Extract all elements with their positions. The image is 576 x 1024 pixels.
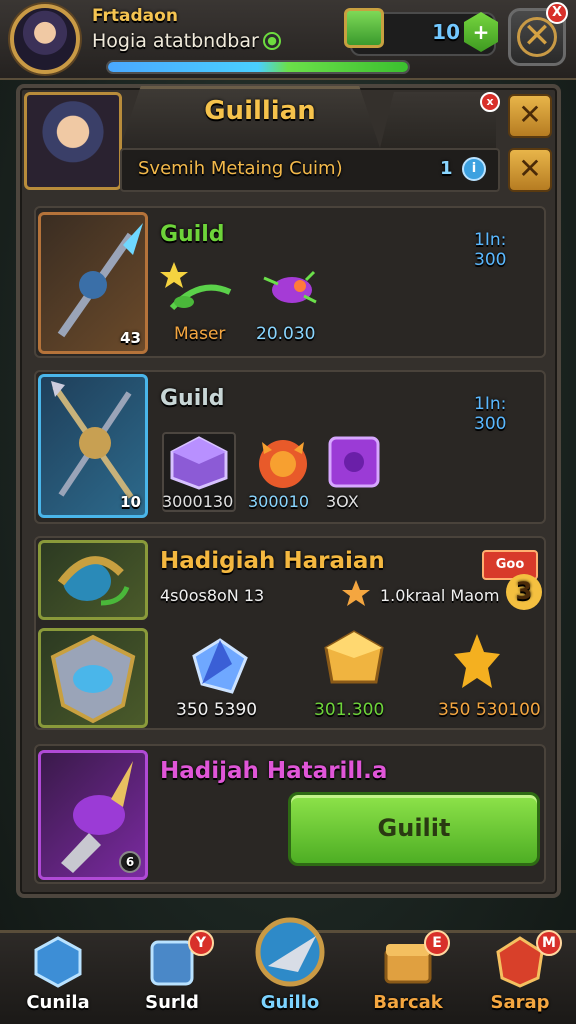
nav-item-barcak[interactable]: E Barcak <box>358 930 458 1024</box>
row-title: Hadijah Hatarill.a <box>160 758 388 784</box>
item-thumbnail <box>38 628 148 728</box>
row-title: Guild <box>160 222 225 247</box>
guild-subtitle: Svemih Metaing Cuim) <box>138 158 343 179</box>
dragon-egg-icon <box>259 440 307 488</box>
header-close-button[interactable]: ✕ <box>508 94 552 138</box>
close-icon: ✕ <box>522 16 552 56</box>
notification-badge: X <box>546 2 568 24</box>
item-thumbnail: 43 <box>38 212 148 354</box>
count-badge: 3 <box>506 574 542 610</box>
header-badge: x <box>480 92 500 112</box>
player-avatar[interactable] <box>10 4 80 74</box>
player-title: Frtadaon <box>92 6 178 26</box>
gold-crate-icon <box>324 630 384 684</box>
item-value: 3OX <box>326 492 359 511</box>
star-icon <box>342 580 370 606</box>
xp-bar-fill <box>108 62 408 72</box>
item-value: 20.030 <box>256 324 316 344</box>
item-value: 350 530100 <box>438 700 541 720</box>
shield-icon <box>50 634 136 724</box>
nav-item-cunila[interactable]: Cunila <box>8 930 108 1024</box>
status-icon: ● <box>263 32 281 50</box>
row-subtitle-right: 1.0kraal Maom <box>380 586 500 605</box>
nav-label: Cunila <box>26 992 90 1013</box>
spearhead-icon <box>255 917 325 987</box>
subtitle-close-button[interactable]: ✕ <box>508 148 552 192</box>
item-value: 3000130 <box>162 492 234 511</box>
item-value: 301.300 <box>314 700 385 720</box>
potion-icon <box>263 270 317 304</box>
crystal-icon <box>34 936 82 988</box>
row-time: 1In: 300 <box>474 230 507 270</box>
close-icon: ✕ <box>518 152 542 185</box>
nav-label: Sarap <box>490 992 550 1013</box>
list-item[interactable]: 43 Guild 1In: 300 Maser 20.030 <box>34 206 546 358</box>
row-title: Guild <box>160 386 225 411</box>
row-subtitle-left: 4s0os8oN 13 <box>160 586 265 605</box>
item-thumbnail: 10 <box>38 374 148 518</box>
list-item[interactable]: 10 Guild 1In: 300 3000130 300010 3OX <box>34 370 546 524</box>
guild-action-button[interactable]: Guilit <box>288 792 540 866</box>
item-thumbnail: 6 <box>38 750 148 880</box>
purple-gem-icon <box>328 436 380 488</box>
nav-label: Surld <box>145 992 199 1013</box>
nav-badge: Y <box>188 930 214 956</box>
chest-icon <box>344 8 384 48</box>
item-level: 43 <box>120 329 141 347</box>
item-label: Maser <box>174 324 226 344</box>
nav-item-surld[interactable]: Y Surld <box>122 930 222 1024</box>
nav-badge: E <box>424 930 450 956</box>
horn-icon <box>57 556 130 606</box>
diamond-icon <box>192 638 248 694</box>
guild-title: Guillian <box>204 96 316 126</box>
nav-badge: M <box>536 930 562 956</box>
info-icon[interactable]: i <box>462 157 486 181</box>
row-title: Hadigiah Haraian <box>160 548 385 574</box>
guild-header-tab-right <box>380 92 496 148</box>
item-thumbnail <box>38 540 148 620</box>
herb-icon <box>160 262 232 311</box>
chest-count: 10 <box>432 20 460 44</box>
item-level: 6 <box>119 851 141 873</box>
guild-leader-avatar[interactable] <box>24 92 122 190</box>
nav-label: Guillo <box>260 992 320 1013</box>
list-item[interactable]: Hadigiah Haraian 4s0os8oN 13 1.0kraal Ma… <box>34 536 546 730</box>
nav-item-guillo[interactable]: Guillo <box>240 917 340 1024</box>
member-count: 1 <box>440 158 453 179</box>
nav-label: Barcak <box>373 992 443 1013</box>
row-time: 1In: 300 <box>474 394 507 434</box>
nav-item-sarap[interactable]: M Sarap <box>470 930 570 1024</box>
player-subtitle: Hogia atatbndbar <box>92 30 259 52</box>
item-value: 350 5390 <box>176 700 258 720</box>
item-level: 10 <box>120 493 141 511</box>
item-value: 300010 <box>248 492 310 511</box>
crystal-cube-icon <box>170 436 228 490</box>
list-item[interactable]: 6 Hadijah Hatarill.a Guilit <box>34 744 546 884</box>
close-icon: ✕ <box>518 98 542 131</box>
xp-bar <box>106 60 410 74</box>
gold-star-icon <box>454 634 500 688</box>
